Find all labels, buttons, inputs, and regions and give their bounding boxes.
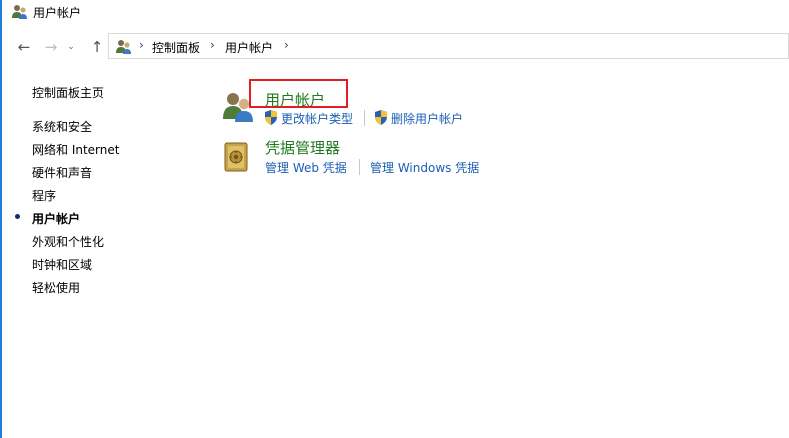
breadcrumb-separator[interactable]: › xyxy=(139,38,144,52)
category-title-user-accounts[interactable]: 用户帐户 xyxy=(265,89,325,110)
sidebar-item-ease-of-access[interactable]: 轻松使用 xyxy=(32,279,80,296)
sidebar-item-network[interactable]: 网络和 Internet xyxy=(32,141,119,158)
forward-button[interactable]: → xyxy=(42,39,60,55)
vault-icon[interactable] xyxy=(223,141,249,173)
navigation-bar: ← → ⌄ ↑ › 控制面板 › 用户帐户 › xyxy=(2,33,789,61)
link-divider xyxy=(364,110,365,126)
title-bar: 用户帐户 xyxy=(2,0,789,25)
remove-user-account-link[interactable]: 删除用户帐户 xyxy=(391,110,463,127)
recent-locations-button[interactable]: ⌄ xyxy=(66,39,76,55)
link-divider xyxy=(359,159,360,175)
users-icon xyxy=(116,40,131,54)
manage-web-credentials-link[interactable]: 管理 Web 凭据 xyxy=(265,159,347,176)
window-title: 用户帐户 xyxy=(33,6,82,20)
breadcrumb-user-accounts[interactable]: 用户帐户 xyxy=(225,39,273,56)
sidebar-item-system-security[interactable]: 系统和安全 xyxy=(32,118,92,135)
sidebar-item-user-accounts[interactable]: 用户帐户 xyxy=(32,210,80,227)
change-account-type-link[interactable]: 更改帐户类型 xyxy=(281,110,353,127)
sidebar-item-appearance[interactable]: 外观和个性化 xyxy=(32,233,104,250)
sidebar-item-programs[interactable]: 程序 xyxy=(32,187,56,204)
current-item-bullet xyxy=(15,214,20,219)
users-icon xyxy=(12,5,27,19)
window-border xyxy=(0,0,2,438)
back-button[interactable]: ← xyxy=(15,39,33,55)
shield-icon xyxy=(265,110,277,125)
category-title-credential-manager[interactable]: 凭据管理器 xyxy=(265,137,340,158)
breadcrumb-separator[interactable]: › xyxy=(284,38,289,52)
up-button[interactable]: ↑ xyxy=(88,39,106,55)
breadcrumb-separator[interactable]: › xyxy=(210,38,215,52)
manage-windows-credentials-link[interactable]: 管理 Windows 凭据 xyxy=(370,159,479,176)
sidebar-item-hardware-sound[interactable]: 硬件和声音 xyxy=(32,164,92,181)
address-bar[interactable]: › 控制面板 › 用户帐户 › xyxy=(108,33,789,59)
sidebar-item-clock-region[interactable]: 时钟和区域 xyxy=(32,256,92,273)
sidebar-home-link[interactable]: 控制面板主页 xyxy=(32,84,104,101)
shield-icon xyxy=(375,110,387,125)
breadcrumb-control-panel[interactable]: 控制面板 xyxy=(152,39,200,56)
